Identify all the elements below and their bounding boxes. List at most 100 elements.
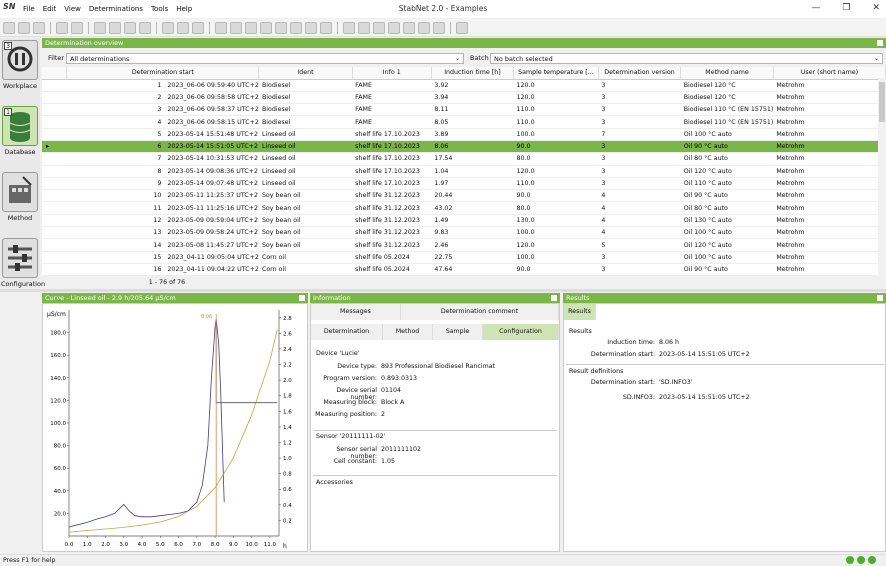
tab-determination[interactable]: Determination <box>311 324 383 340</box>
table-row[interactable]: 13 2023-05-09 09:58:24 UTC+2 Soy bean oil s… <box>42 226 886 240</box>
table-row[interactable]: 14 2023-05-08 11:45:27 UTC+2 Soy bean oil s… <box>42 238 886 252</box>
table-cell: 130.0 <box>513 214 599 228</box>
close-icon[interactable]: ✕ <box>872 3 880 13</box>
delete-icon[interactable] <box>418 21 430 34</box>
column-header[interactable]: User (short name) <box>773 67 886 80</box>
tool-icon[interactable] <box>215 21 227 34</box>
curve-icon[interactable] <box>245 21 257 34</box>
compare-icon[interactable] <box>305 21 317 34</box>
tab-method[interactable]: Method <box>383 324 433 340</box>
results-header: Results <box>563 293 886 303</box>
zoom-icon[interactable] <box>230 21 242 34</box>
export-icon[interactable] <box>358 21 370 34</box>
table-row[interactable]: 9 2023-05-14 09:07:48 UTC+2 Linseed oil she… <box>42 177 886 191</box>
nav-configuration[interactable]: Configuration <box>1 238 45 288</box>
table-cell: 110.0 <box>513 177 599 191</box>
table-row[interactable]: 5 2023-05-14 15:51:48 UTC+2 Linseed oil she… <box>42 128 886 141</box>
restore-icon[interactable]: ❐ <box>842 3 850 13</box>
table-cell: FAME <box>352 79 432 92</box>
nav-method[interactable]: Method <box>1 172 39 222</box>
info-value: Block A <box>381 399 405 406</box>
column-header[interactable]: Info 1 <box>352 67 432 80</box>
report-icon[interactable] <box>33 21 45 34</box>
y2-tick-label: 1.8 <box>283 394 292 400</box>
copy-icon[interactable] <box>56 21 68 34</box>
x-tick-label: 2.0 <box>101 542 110 548</box>
print-icon[interactable] <box>373 21 385 34</box>
table-cell: shelf life 31.12.2023 <box>352 214 432 228</box>
nav-method-label: Method <box>7 214 33 222</box>
tab-determination-comment[interactable]: Determination comment <box>401 304 559 320</box>
scale-icon[interactable] <box>260 21 272 34</box>
table-row[interactable]: 2 2023_06-06 09:58:58 UTC+2 Biodiesel FAME 3… <box>42 91 886 105</box>
column-header[interactable]: Sample temperature [... <box>513 67 599 80</box>
column-header[interactable]: Ident <box>258 67 353 80</box>
column-header[interactable]: Determination start <box>66 67 260 80</box>
save-icon[interactable] <box>18 21 30 34</box>
overlay-icon[interactable] <box>320 21 332 34</box>
tab-sample[interactable]: Sample <box>433 324 483 340</box>
table-cell: 100.0 <box>513 128 599 141</box>
column-header[interactable]: Method name <box>680 67 774 80</box>
tab-results[interactable]: Results <box>564 304 596 320</box>
x-tick-label: 7.0 <box>192 542 201 548</box>
filter-select[interactable]: All determinations ⌄ <box>66 52 464 64</box>
split-icon[interactable] <box>177 21 189 34</box>
tab-configuration[interactable]: Configuration <box>483 324 559 340</box>
nav-workplace[interactable]: 3 Workplace <box>1 40 39 90</box>
menu-edit[interactable]: Edit <box>43 5 57 13</box>
table-scrollbar[interactable] <box>878 78 886 278</box>
table-cell: 2023-05-14 15:51:05 UTC+2 <box>164 140 259 154</box>
table-row[interactable]: 16 2023_04-11 09:04:22 UTC+2 Corn oil shelf… <box>42 263 886 277</box>
tab-messages[interactable]: Messages <box>311 304 401 320</box>
table-row[interactable]: 11 2023-05-11 11:25:16 UTC+2 Soy bean oil s… <box>42 201 886 215</box>
panel-splitter[interactable] <box>0 289 886 292</box>
minimize-icon[interactable]: — <box>811 3 820 13</box>
column-header[interactable]: Induction time [h] <box>431 67 515 80</box>
table-cell: Oil 130 °C auto <box>680 214 774 228</box>
column-header[interactable]: Determination version <box>598 67 682 80</box>
table-row[interactable]: 1 2023_06-06 09:59:40 UTC+2 Biodiesel FAME 3… <box>42 79 886 92</box>
y-tick-label: 180.0 <box>50 331 66 337</box>
menu-determinations[interactable]: Determinations <box>89 5 143 13</box>
panel-icon[interactable] <box>192 21 204 34</box>
row-pointer <box>42 103 67 117</box>
menu-tools[interactable]: Tools <box>151 5 168 13</box>
evaluate-icon[interactable] <box>275 21 287 34</box>
info-key: Measuring position: <box>315 411 377 418</box>
help-icon[interactable] <box>456 21 468 34</box>
menu-help[interactable]: Help <box>176 5 192 13</box>
table-row[interactable]: 3 2023_06-06 09:58:37 UTC+2 Biodiesel FAME 8… <box>42 103 886 117</box>
y2-tick-label: 2.6 <box>283 331 292 337</box>
open-icon[interactable] <box>3 21 15 34</box>
curve-chart[interactable]: µS/cm h 0.0 1.0 2.0 3.0 4.0 5.0 6.0 7.0 8.0 9.0 10.0… <box>43 304 307 551</box>
table-row[interactable]: 8 2023-05-14 09:08:36 UTC+2 Linseed oil she… <box>42 165 886 178</box>
layout-icon[interactable] <box>162 21 174 34</box>
table-row[interactable]: 7 2023-05-14 10:31:53 UTC+2 Linseed oil she… <box>42 152 886 166</box>
table-row[interactable]: 10 2023-05-11 11:25:37 UTC+2 Soy bean oil s… <box>42 189 886 203</box>
columns-icon[interactable] <box>139 21 151 34</box>
menu-file[interactable]: File <box>23 5 35 13</box>
batch-select[interactable]: No batch selected ⌄ <box>490 52 883 64</box>
x-tick-label: 0.0 <box>65 542 74 548</box>
nav-database[interactable]: 1 Database <box>1 106 39 156</box>
menu-view[interactable]: View <box>64 5 81 13</box>
paste-icon[interactable] <box>71 21 83 34</box>
sign-icon[interactable] <box>388 21 400 34</box>
filter-icon[interactable] <box>109 21 121 34</box>
chart-icon[interactable] <box>343 21 355 34</box>
series-line <box>68 329 278 533</box>
table-icon[interactable] <box>124 21 136 34</box>
recalc-icon[interactable] <box>290 21 302 34</box>
verify-icon[interactable] <box>403 21 415 34</box>
table-row[interactable]: 12 2023-05-09 09:59:04 UTC+2 Soy bean oil s… <box>42 214 886 228</box>
filter-label: Filter <box>48 54 65 62</box>
table-row[interactable]: ▸ 6 2023-05-14 15:51:05 UTC+2 Linseed oil sh… <box>42 140 886 154</box>
table-row[interactable]: 4 2023_06-06 09:58:15 UTC+2 Biodiesel FAME 8… <box>42 115 886 129</box>
refresh-icon[interactable] <box>94 21 106 34</box>
edit-icon[interactable] <box>433 21 445 34</box>
x-tick-label: 1.0 <box>83 542 92 548</box>
table-cell: Soy bean oil <box>258 201 353 215</box>
row-number: 13 <box>66 226 165 240</box>
table-row[interactable]: 15 2023_04-11 09:05:04 UTC+2 Corn oil shelf… <box>42 251 886 264</box>
